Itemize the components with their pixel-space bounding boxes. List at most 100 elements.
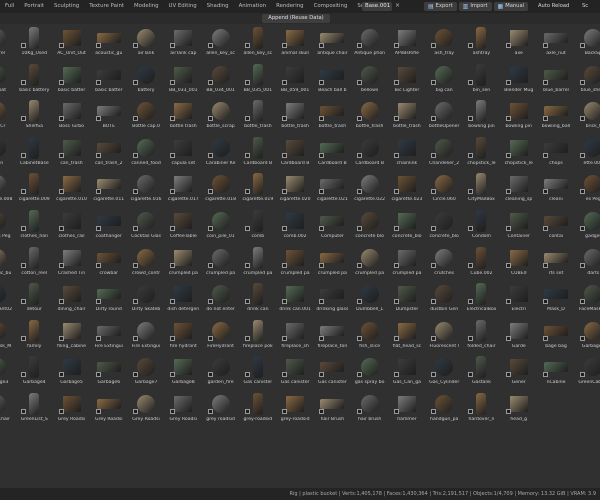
asset-tile[interactable]: Fluorescent l xyxy=(425,317,463,354)
asset-tile[interactable]: Electri xyxy=(500,280,538,317)
asset-select-checkbox[interactable] xyxy=(356,226,362,231)
asset-select-checkbox[interactable] xyxy=(58,79,64,85)
asset-select-checkbox[interactable] xyxy=(505,152,511,158)
asset-tile[interactable]: Grey Roadsi xyxy=(53,390,91,427)
asset-tile[interactable]: grey-roadsid xyxy=(239,390,277,427)
asset-tile[interactable]: ette.007 xyxy=(574,134,600,171)
asset-tile[interactable]: basic batter xyxy=(90,61,128,98)
asset-select-checkbox[interactable] xyxy=(505,116,511,122)
asset-tile[interactable]: CityMailBox xyxy=(462,170,500,207)
asset-tile[interactable]: do not enter xyxy=(202,280,240,317)
asset-select-checkbox[interactable] xyxy=(244,43,250,48)
asset-tile[interactable]: cigarette.019 xyxy=(239,170,277,207)
asset-tile[interactable]: bottle_trash xyxy=(239,97,277,134)
asset-tile[interactable]: dining_chair xyxy=(53,280,91,317)
asset-select-checkbox[interactable] xyxy=(133,226,139,231)
asset-select-checkbox[interactable] xyxy=(543,299,548,305)
asset-tile[interactable]: fireplace_ton xyxy=(313,317,351,354)
asset-select-checkbox[interactable] xyxy=(431,262,437,268)
asset-select-checkbox[interactable] xyxy=(431,372,437,378)
asset-tile[interactable]: CUBE0 xyxy=(500,244,538,281)
asset-tile[interactable]: cigarette.018 xyxy=(202,170,240,207)
asset-tile[interactable]: Gener xyxy=(500,353,538,390)
asset-select-checkbox[interactable] xyxy=(21,79,27,85)
asset-tile[interactable]: Cardboard B xyxy=(313,134,351,171)
asset-tile[interactable]: Garbage5 xyxy=(53,353,91,390)
asset-select-checkbox[interactable] xyxy=(431,43,437,48)
asset-tile[interactable]: antique chair xyxy=(313,24,351,61)
asset-tile[interactable]: Cardboard B xyxy=(276,134,314,171)
asset-tile[interactable]: dish detergen xyxy=(164,280,202,317)
asset-tile[interactable]: concrete_blo xyxy=(425,207,463,244)
asset-tile[interactable]: bottle_trash xyxy=(351,97,389,134)
asset-select-checkbox[interactable] xyxy=(282,335,288,341)
asset-select-checkbox[interactable] xyxy=(207,152,213,158)
asset-tile[interactable]: head_g xyxy=(500,390,538,427)
asset-select-checkbox[interactable] xyxy=(244,152,250,158)
asset-tile[interactable]: axle_nut xyxy=(537,24,575,61)
asset-select-checkbox[interactable] xyxy=(393,372,399,378)
asset-select-checkbox[interactable] xyxy=(282,372,288,378)
asset-tile[interactable]: Dirty round xyxy=(90,280,128,317)
asset-tile[interactable]: allen_key_sc xyxy=(202,24,240,61)
asset-select-checkbox[interactable] xyxy=(170,79,176,85)
asset-tile[interactable]: cigarette.022 xyxy=(351,170,389,207)
asset-tile[interactable]: grey-roadsid xyxy=(276,390,314,427)
asset-select-checkbox[interactable] xyxy=(356,43,362,48)
asset-tile[interactable]: Antique phon xyxy=(351,24,389,61)
asset-select-checkbox[interactable] xyxy=(170,226,176,231)
asset-tile[interactable]: ShelfSa xyxy=(15,97,53,134)
asset-tile[interactable]: Grey Roadsi xyxy=(90,390,128,427)
asset-select-checkbox[interactable] xyxy=(393,299,399,305)
asset-tile[interactable]: Fire Extingui xyxy=(90,317,128,354)
asset-select-checkbox[interactable] xyxy=(319,226,325,231)
asset-tile[interactable]: crumpled pa xyxy=(388,244,426,281)
asset-tile[interactable]: BB_059_001 xyxy=(276,61,314,98)
asset-select-checkbox[interactable] xyxy=(170,409,176,414)
asset-select-checkbox[interactable] xyxy=(356,152,362,158)
asset-tile[interactable]: crumpled pa xyxy=(351,244,389,281)
asset-tile[interactable]: can_trash_2 xyxy=(90,134,128,171)
asset-tile[interactable]: Cocktail Glas xyxy=(127,207,165,244)
asset-select-checkbox[interactable] xyxy=(356,299,362,305)
asset-tile[interactable]: CoffeeTable xyxy=(164,207,202,244)
asset-select-checkbox[interactable] xyxy=(393,226,399,231)
asset-select-checkbox[interactable] xyxy=(393,335,399,341)
asset-select-checkbox[interactable] xyxy=(282,226,288,231)
asset-tile[interactable]: crumpled pa xyxy=(239,244,277,281)
asset-tile[interactable]: bottle trash xyxy=(164,97,202,134)
asset-tile[interactable]: Gas canister xyxy=(276,353,314,390)
asset-tile[interactable]: filing_cabine xyxy=(53,317,91,354)
asset-tile[interactable]: Condom xyxy=(462,207,500,244)
asset-select-checkbox[interactable] xyxy=(543,262,548,268)
asset-tile[interactable]: can_trash xyxy=(53,134,91,171)
asset-select-checkbox[interactable] xyxy=(468,43,474,48)
asset-select-checkbox[interactable] xyxy=(58,409,64,414)
asset-tile[interactable]: Gas_Can_ga xyxy=(388,353,426,390)
asset-tile[interactable]: ball_bat xyxy=(0,61,16,98)
asset-select-checkbox[interactable] xyxy=(543,335,548,341)
asset-select-checkbox[interactable] xyxy=(95,152,101,158)
asset-select-checkbox[interactable] xyxy=(468,116,474,122)
asset-select-checkbox[interactable] xyxy=(356,409,362,414)
asset-select-checkbox[interactable] xyxy=(580,299,586,305)
asset-tile[interactable]: hammer xyxy=(388,390,426,427)
asset-tile[interactable]: cigarette.020 xyxy=(276,170,314,207)
asset-tile[interactable]: bin_sen xyxy=(462,61,500,98)
asset-tile[interactable]: cigarette.023 xyxy=(388,170,426,207)
asset-tile[interactable]: rts set xyxy=(537,244,575,281)
asset-select-checkbox[interactable] xyxy=(170,43,176,48)
asset-select-checkbox[interactable] xyxy=(356,79,362,85)
asset-select-checkbox[interactable] xyxy=(580,226,586,231)
asset-select-checkbox[interactable] xyxy=(21,299,27,305)
asset-tile[interactable]: crumpled pa xyxy=(202,244,240,281)
asset-tile[interactable]: dustbin Gen xyxy=(425,280,463,317)
asset-tile[interactable]: battery xyxy=(127,61,165,98)
asset-select-checkbox[interactable] xyxy=(505,43,511,48)
asset-tile[interactable]: Garde xyxy=(500,317,538,354)
asset-select-checkbox[interactable] xyxy=(580,79,586,85)
asset-select-checkbox[interactable] xyxy=(244,409,250,414)
asset-select-checkbox[interactable] xyxy=(580,43,586,48)
asset-tile[interactable]: Dumbbell_L xyxy=(351,280,389,317)
asset-select-checkbox[interactable] xyxy=(95,226,101,231)
